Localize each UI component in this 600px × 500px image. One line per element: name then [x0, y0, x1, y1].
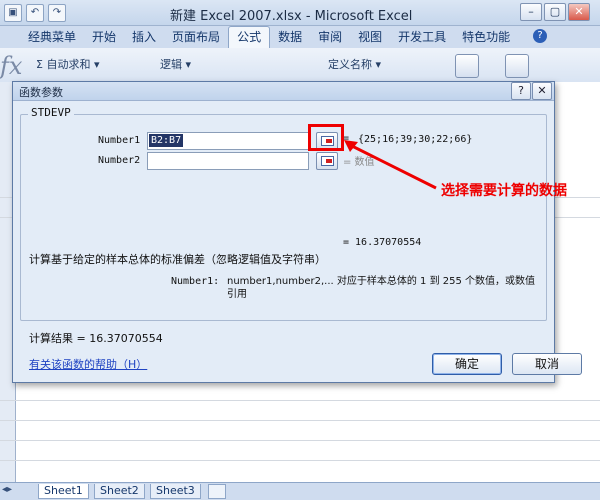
highlight-box	[308, 124, 344, 151]
ribbon-tabs: 经典菜单 开始 插入 页面布局 公式 数据 审阅 视图 开发工具 特色功能 ?	[0, 26, 600, 49]
tab-classic-menu[interactable]: 经典菜单	[20, 27, 84, 48]
quick-access-toolbar: ▣ ↶ ↷	[4, 4, 70, 22]
title-bar: ▣ ↶ ↷ 新建 Excel 2007.xlsx - Microsoft Excel…	[0, 0, 600, 26]
window-title: 新建 Excel 2007.xlsx - Microsoft Excel	[170, 9, 413, 24]
autosum-button[interactable]: Σ 自动求和 ▾	[36, 56, 99, 72]
define-name-button[interactable]: 定义名称 ▾	[328, 56, 381, 72]
sheet-tab-sheet2[interactable]: Sheet2	[94, 484, 145, 499]
annotation-arrow	[344, 140, 437, 190]
sheet-tab-sheet3[interactable]: Sheet3	[150, 484, 201, 499]
calculator-icon[interactable]	[505, 54, 529, 78]
tab-special[interactable]: 特色功能	[454, 27, 518, 48]
tab-home[interactable]: 开始	[84, 27, 124, 48]
sheet-tab-bar: ◂▸ Sheet1 Sheet2 Sheet3	[0, 482, 600, 500]
insert-sheet-icon[interactable]	[208, 484, 226, 499]
annotation-text: 选择需要计算的数据	[441, 183, 567, 199]
help-icon[interactable]: ?	[533, 29, 547, 43]
tab-scroll-arrows-icon[interactable]: ◂▸	[2, 484, 12, 495]
ribbon-panel: Σ 自动求和 ▾ 逻辑 ▾ 定义名称 ▾	[0, 48, 600, 83]
restore-button[interactable]: ▢	[544, 3, 566, 21]
logic-button[interactable]: 逻辑 ▾	[160, 56, 191, 72]
formula-auditing-icon[interactable]	[455, 54, 479, 78]
number2-input[interactable]	[147, 152, 309, 170]
tab-formulas[interactable]: 公式	[228, 26, 271, 48]
tab-data[interactable]: 数据	[270, 27, 310, 48]
number2-collapse-button[interactable]	[316, 152, 338, 170]
argument-help-label: Number1:	[171, 276, 220, 287]
grid-line	[0, 440, 600, 441]
number2-label: Number2	[98, 155, 141, 166]
function-help-link[interactable]: 有关该函数的帮助（H）	[29, 356, 147, 372]
undo-icon[interactable]: ↶	[26, 4, 44, 22]
tab-view[interactable]: 视图	[350, 27, 390, 48]
calculation-result: 计算结果 = 16.37070554	[29, 332, 163, 345]
insert-function-icon[interactable]: fx	[0, 52, 22, 80]
grid-line	[0, 460, 600, 461]
function-arguments-dialog: 函数参数 ? ✕ STDEVP Number1 B2:B7 = {25;16;3…	[12, 81, 582, 383]
redo-icon[interactable]: ↷	[48, 4, 66, 22]
function-name: STDEVP	[28, 106, 74, 119]
number1-label: Number1	[98, 135, 141, 146]
close-button[interactable]: ✕	[568, 3, 590, 21]
grid-line	[0, 400, 600, 401]
ok-button[interactable]: 确定	[432, 353, 502, 375]
dialog-title-bar: 函数参数 ? ✕	[13, 82, 554, 101]
number1-input[interactable]: B2:B7	[147, 132, 309, 150]
tab-developer[interactable]: 开发工具	[390, 27, 454, 48]
sheet-tab-sheet1[interactable]: Sheet1	[38, 484, 89, 499]
tab-page-layout[interactable]: 页面布局	[164, 27, 228, 48]
minimize-button[interactable]: –	[520, 3, 542, 21]
number1-value: B2:B7	[149, 134, 184, 147]
dialog-close-button[interactable]: ✕	[532, 82, 552, 100]
cancel-button[interactable]: 取消	[512, 353, 582, 375]
dialog-help-button[interactable]: ?	[511, 82, 531, 100]
tab-review[interactable]: 审阅	[310, 27, 350, 48]
tab-insert[interactable]: 插入	[124, 27, 164, 48]
grid-line	[0, 420, 600, 421]
function-result-preview: = 16.37070554	[343, 237, 422, 248]
argument-help-text: number1,number2,... 对应于样本总体的 1 到 255 个数值…	[227, 276, 536, 300]
dialog-title: 函数参数	[19, 86, 63, 99]
save-icon[interactable]: ▣	[4, 4, 22, 22]
function-description: 计算基于给定的样本总体的标准偏差（忽略逻辑值及字符串）	[29, 253, 326, 266]
